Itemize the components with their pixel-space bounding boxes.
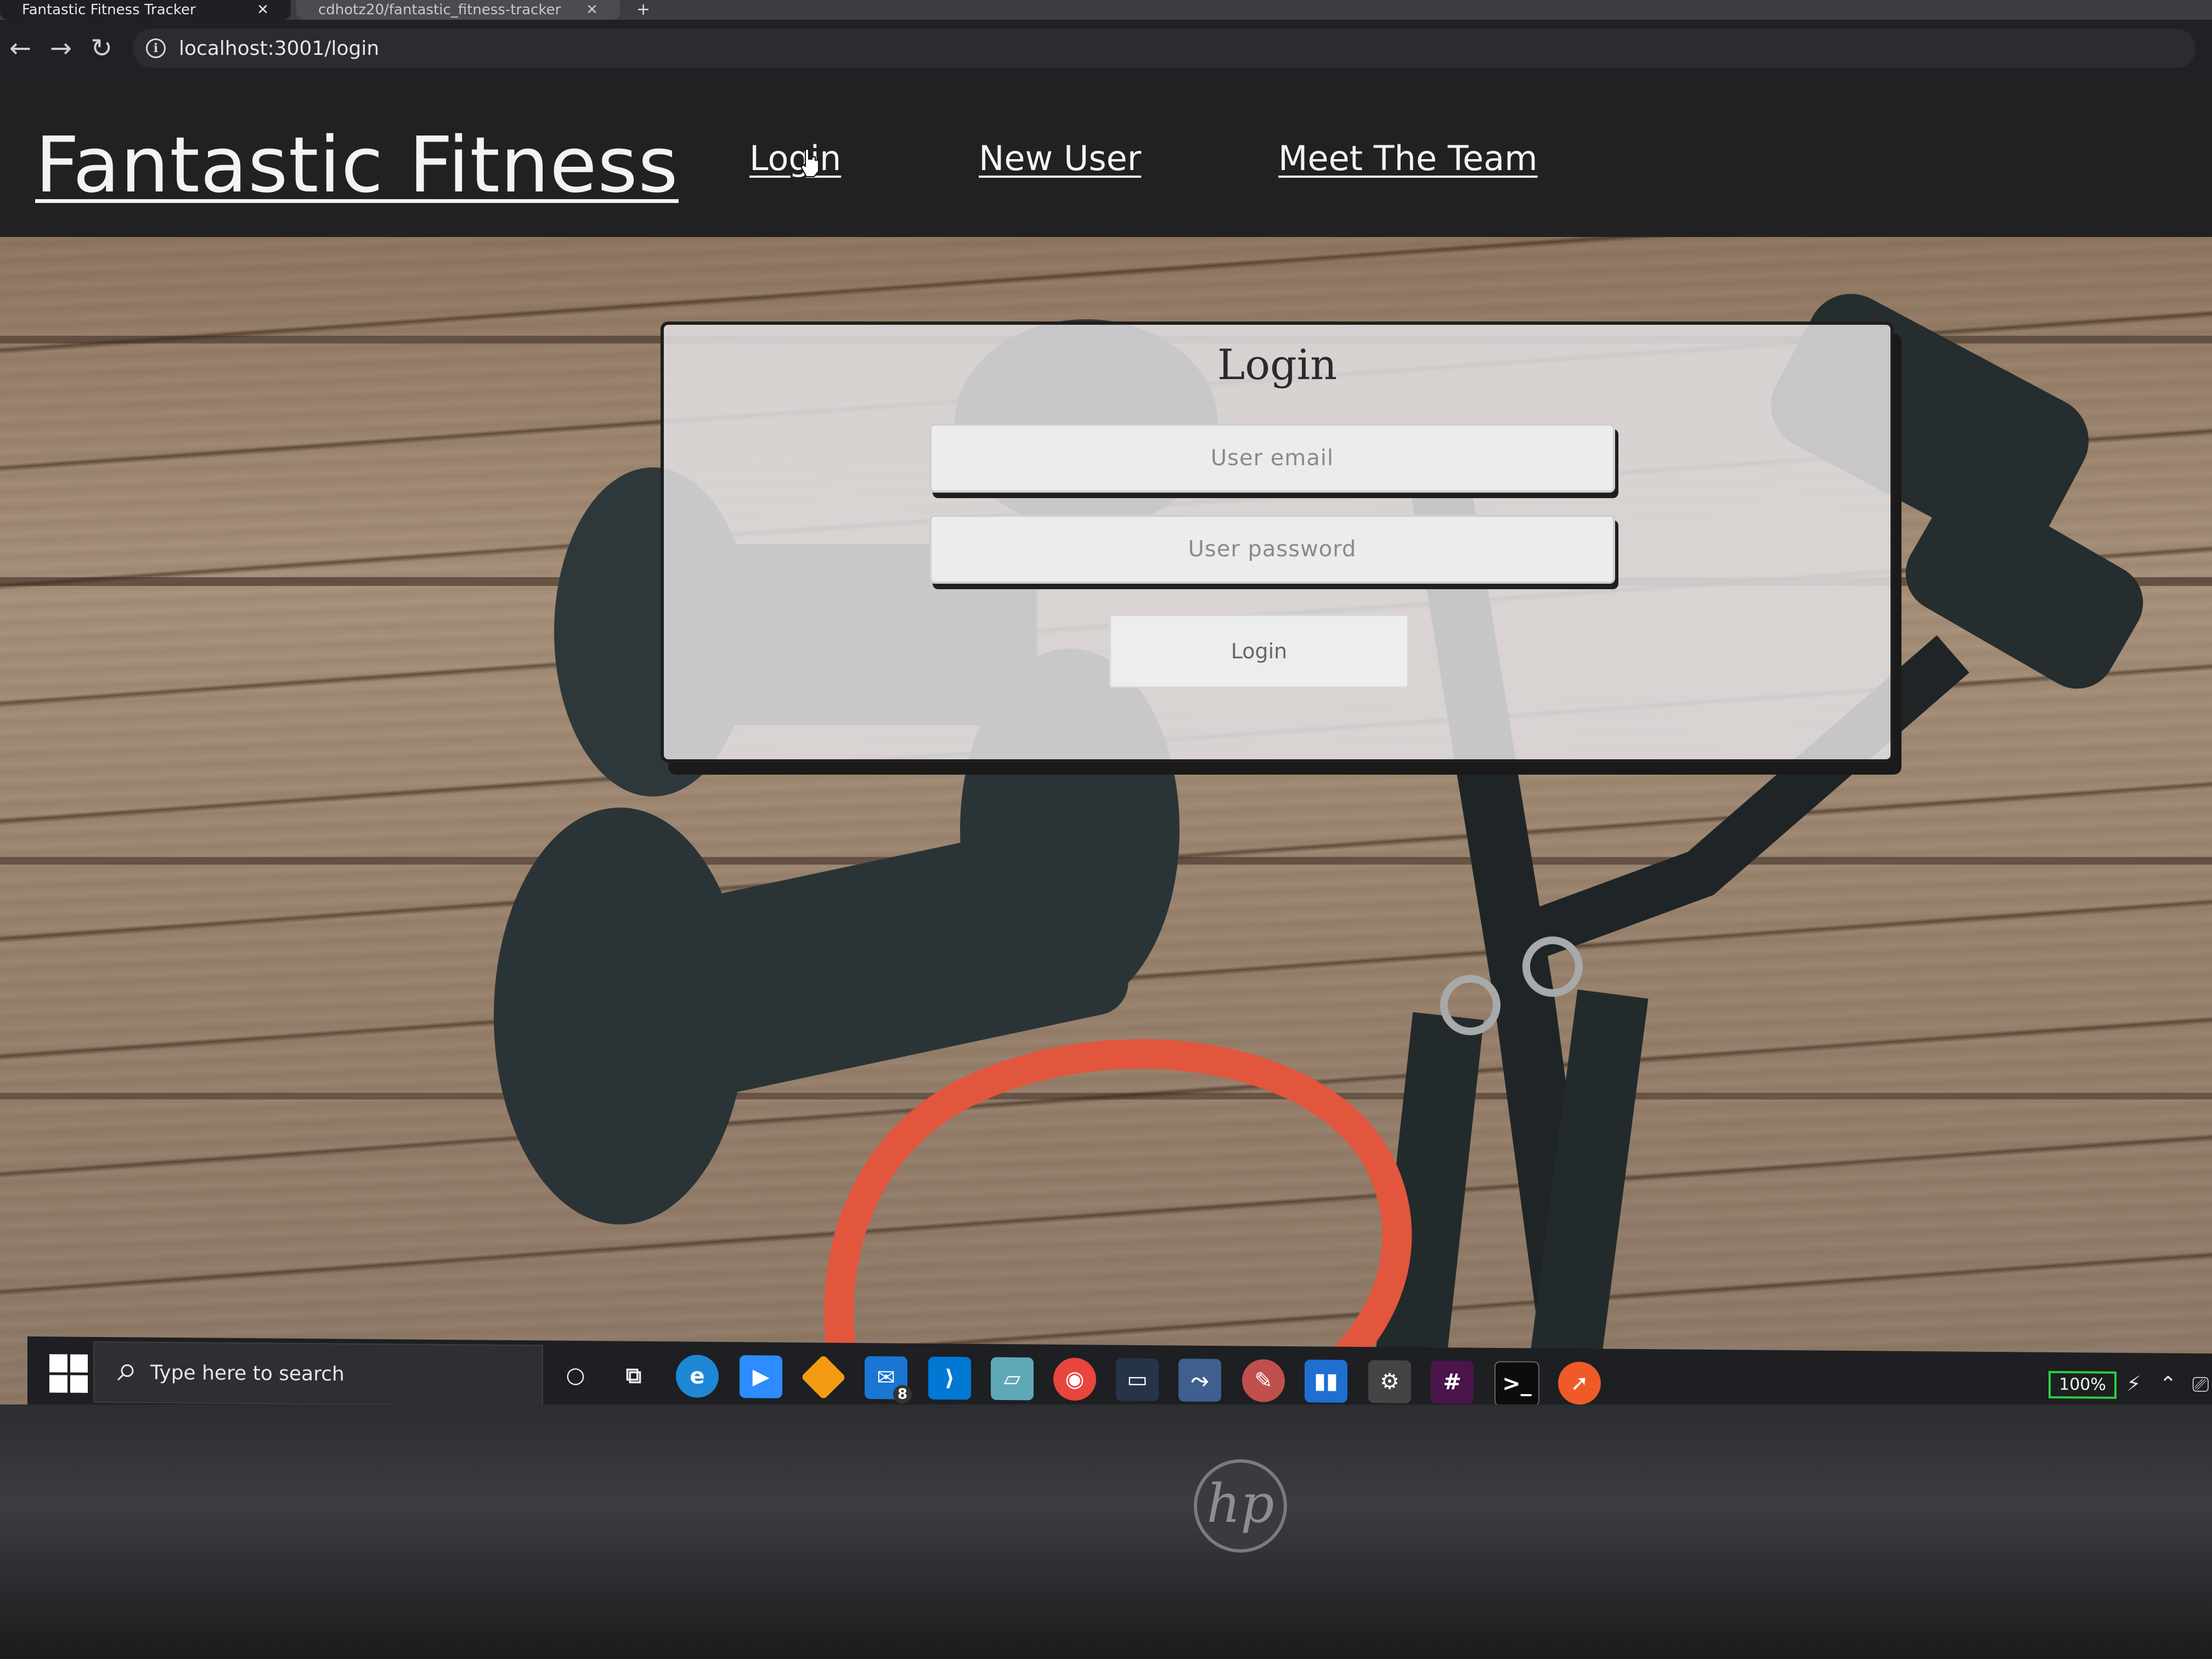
tab-title: Fantastic Fitness Tracker <box>22 2 196 18</box>
power-plug-icon[interactable]: ⚡ <box>2126 1372 2141 1396</box>
login-card: Login Login <box>661 321 1894 763</box>
cortana-icon[interactable]: ○ <box>554 1354 597 1397</box>
edge-icon[interactable]: e <box>676 1355 719 1398</box>
mail-badge: 8 <box>893 1385 912 1404</box>
vscode-icon[interactable]: ⟩ <box>928 1356 971 1400</box>
nav-new-user-link[interactable]: New User <box>979 138 1141 178</box>
email-field[interactable] <box>929 424 1615 493</box>
nav-meet-team-link[interactable]: Meet The Team <box>1278 138 1538 178</box>
network-icon[interactable]: ⎚ <box>2192 1372 2209 1397</box>
trello-icon[interactable]: ▮▮ <box>1305 1359 1347 1403</box>
zoom-icon[interactable]: ▶ <box>740 1355 782 1398</box>
windows-start-icon[interactable] <box>49 1354 88 1393</box>
site-info-icon[interactable]: i <box>146 38 166 58</box>
nav-login-link[interactable]: Login <box>749 138 841 178</box>
steam-icon[interactable]: ⚙ <box>1368 1360 1411 1403</box>
address-text: localhost:3001/login <box>179 37 380 60</box>
brand-link[interactable]: Fantastic Fitness <box>35 121 679 210</box>
password-field[interactable] <box>929 515 1615 584</box>
mail-icon[interactable]: ✉ 8 <box>865 1356 912 1404</box>
screen: Fantastic Fitness Tracker ✕ cdhotz20/fan… <box>0 0 2212 1659</box>
chrome-icon[interactable]: ◉ <box>1053 1357 1096 1401</box>
hp-logo: hp <box>1194 1459 1287 1553</box>
new-tab-icon[interactable]: + <box>636 0 650 19</box>
hand-cursor-icon <box>800 149 819 177</box>
reload-icon[interactable]: ↻ <box>81 33 122 64</box>
monitor-bezel <box>0 1404 2212 1659</box>
command-prompt-icon[interactable]: >_ <box>1494 1361 1539 1407</box>
terminal-window-icon[interactable]: ▭ <box>1116 1358 1159 1402</box>
tab-fantastic-fitness[interactable]: Fantastic Fitness Tracker ✕ <box>0 0 291 20</box>
git-kraken-icon[interactable] <box>800 1355 847 1400</box>
search-placeholder: Type here to search <box>150 1361 345 1386</box>
battery-indicator[interactable]: 100% <box>2049 1370 2117 1399</box>
postman-icon[interactable]: ➚ <box>1558 1361 1601 1405</box>
site-header: Fantastic Fitness Login New User Meet Th… <box>0 77 2212 237</box>
taskbar-search-box[interactable]: Type here to search <box>93 1341 543 1407</box>
tab-github-repo[interactable]: cdhotz20/fantastic_fitness-tracker ✕ <box>296 0 620 20</box>
sourcetree-icon[interactable]: ⤳ <box>1178 1358 1221 1402</box>
slack-icon[interactable]: # <box>1431 1361 1474 1404</box>
login-submit-button[interactable]: Login <box>1109 614 1409 688</box>
back-icon[interactable]: ← <box>0 33 41 64</box>
tab-close-icon[interactable]: ✕ <box>246 2 269 18</box>
address-bar[interactable]: i localhost:3001/login <box>133 29 2196 68</box>
browser-tab-strip: Fantastic Fitness Tracker ✕ cdhotz20/fan… <box>0 0 2212 20</box>
notes-app-icon[interactable]: ▱ <box>991 1357 1034 1401</box>
search-icon <box>117 1364 134 1381</box>
tab-close-icon[interactable]: ✕ <box>575 2 598 18</box>
chevron-up-icon[interactable]: ⌃ <box>2159 1372 2177 1396</box>
tab-title: cdhotz20/fantastic_fitness-tracker <box>318 2 561 18</box>
paint-app-icon[interactable]: ✎ <box>1242 1359 1285 1403</box>
task-view-icon[interactable]: ⧉ <box>612 1354 655 1397</box>
browser-toolbar: ← → ↻ i localhost:3001/login <box>0 20 2212 77</box>
forward-icon[interactable]: → <box>41 33 81 64</box>
login-title: Login <box>1217 340 1338 389</box>
